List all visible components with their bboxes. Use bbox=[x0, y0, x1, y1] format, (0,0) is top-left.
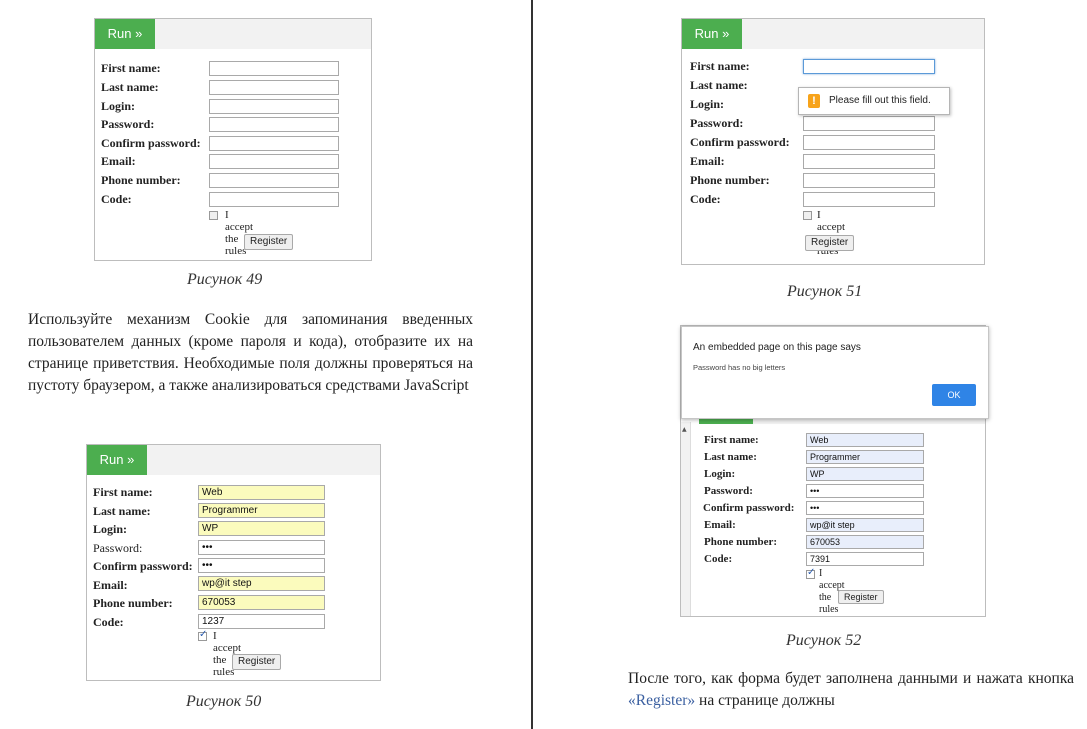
first-name-label: First name: bbox=[101, 61, 161, 75]
accept-rules-checkbox[interactable] bbox=[198, 629, 207, 641]
password-input[interactable]: ••• bbox=[198, 540, 325, 555]
paragraph-right-before: После того, как форма будет заполнена да… bbox=[628, 670, 1074, 687]
phone-number-input[interactable]: 670053 bbox=[198, 595, 325, 610]
login-input[interactable] bbox=[209, 99, 339, 114]
validation-tooltip: ! Please fill out this field. bbox=[798, 87, 950, 115]
figure-52-caption: Рисунок 52 bbox=[786, 632, 862, 649]
paragraph-right: После того, как форма будет заполнена да… bbox=[628, 668, 1074, 712]
code-label: Code: bbox=[93, 615, 124, 629]
confirm-password-input[interactable] bbox=[209, 136, 339, 151]
email-label: Email: bbox=[690, 154, 725, 168]
last-name-input[interactable] bbox=[209, 80, 339, 95]
run-button[interactable]: Run » bbox=[87, 445, 147, 475]
first-name-input[interactable]: Web bbox=[198, 485, 325, 500]
login-label: Login: bbox=[704, 468, 736, 480]
alert-message: Password has no big letters bbox=[693, 363, 786, 372]
last-name-input[interactable]: Programmer bbox=[198, 503, 325, 518]
password-label: Password: bbox=[93, 541, 143, 555]
figure-49-screenshot: Run » First name: Last name: Login: Pass… bbox=[94, 18, 372, 261]
last-name-label: Last name: bbox=[101, 80, 159, 94]
confirm-password-input[interactable]: ••• bbox=[806, 501, 924, 515]
confirm-password-label: Confirm password: bbox=[93, 559, 193, 573]
code-input[interactable]: 1237 bbox=[198, 614, 325, 629]
code-input[interactable] bbox=[803, 192, 935, 207]
password-label: Password: bbox=[101, 117, 155, 131]
phone-number-label: Phone number: bbox=[101, 173, 181, 187]
paragraph-left: Используйте механизм Cookie для запомина… bbox=[28, 311, 473, 394]
register-button[interactable]: Register bbox=[244, 234, 294, 250]
figure-52-screenshot: ▲ First name: Web Last name: Programmer … bbox=[680, 325, 989, 617]
email-label: Email: bbox=[101, 154, 136, 168]
validation-message: Please fill out this field. bbox=[829, 95, 931, 106]
code-input[interactable]: 7391 bbox=[806, 552, 924, 566]
code-label: Code: bbox=[704, 553, 733, 565]
phone-number-label: Phone number: bbox=[704, 536, 778, 548]
password-label: Password: bbox=[704, 485, 753, 497]
alert-dialog: An embedded page on this page says Passw… bbox=[681, 326, 989, 419]
scrollbar[interactable] bbox=[681, 422, 691, 616]
accept-rules-checkbox[interactable] bbox=[209, 211, 218, 220]
phone-number-input[interactable] bbox=[209, 173, 339, 188]
figure-51-caption: Рисунок 51 bbox=[787, 283, 863, 300]
warning-icon: ! bbox=[808, 94, 820, 108]
email-input[interactable]: wp@it step bbox=[198, 576, 325, 591]
email-input[interactable]: wp@it step bbox=[806, 518, 924, 532]
confirm-password-label: Confirm password: bbox=[101, 136, 201, 150]
password-input[interactable]: ••• bbox=[806, 484, 924, 498]
last-name-input[interactable]: Programmer bbox=[806, 450, 924, 464]
figure-49-caption: Рисунок 49 bbox=[187, 271, 263, 288]
first-name-input[interactable] bbox=[209, 61, 339, 76]
code-label: Code: bbox=[101, 192, 132, 206]
email-input[interactable] bbox=[209, 154, 339, 169]
figure-50-screenshot: Run » First name: Web Last name: Program… bbox=[86, 444, 381, 681]
code-label: Code: bbox=[690, 192, 721, 206]
email-label: Email: bbox=[93, 578, 128, 592]
password-label: Password: bbox=[690, 116, 744, 130]
scroll-up-arrow[interactable]: ▲ bbox=[682, 426, 687, 433]
first-name-label: First name: bbox=[690, 59, 750, 73]
ok-button[interactable]: OK bbox=[932, 384, 976, 406]
first-name-label: First name: bbox=[93, 485, 153, 499]
first-name-input[interactable] bbox=[803, 59, 935, 74]
phone-number-input[interactable] bbox=[803, 173, 935, 188]
login-input[interactable]: WP bbox=[198, 521, 325, 536]
code-input[interactable] bbox=[209, 192, 339, 207]
phone-number-label: Phone number: bbox=[93, 596, 173, 610]
register-button[interactable]: Register bbox=[805, 235, 855, 251]
login-label: Login: bbox=[93, 522, 128, 536]
last-name-label: Last name: bbox=[93, 504, 151, 518]
accept-rules-checkbox[interactable] bbox=[803, 211, 812, 220]
first-name-input[interactable]: Web bbox=[806, 433, 924, 447]
run-button[interactable]: Run » bbox=[95, 19, 155, 49]
first-name-label: First name: bbox=[704, 434, 759, 446]
last-name-label: Last name: bbox=[690, 78, 748, 92]
confirm-password-input[interactable]: ••• bbox=[198, 558, 325, 573]
page-divider bbox=[531, 0, 533, 729]
figure-51-screenshot: Run » First name: Last name: Login: Pass… bbox=[681, 18, 985, 265]
password-input[interactable] bbox=[209, 117, 339, 132]
figure-50-caption: Рисунок 50 bbox=[186, 693, 262, 710]
phone-number-label: Phone number: bbox=[690, 173, 770, 187]
confirm-password-label: Confirm password: bbox=[690, 135, 790, 149]
confirm-password-input[interactable] bbox=[803, 135, 935, 150]
email-input[interactable] bbox=[803, 154, 935, 169]
run-button[interactable]: Run » bbox=[682, 19, 742, 49]
login-label: Login: bbox=[101, 99, 136, 113]
login-label: Login: bbox=[690, 97, 725, 111]
last-name-label: Last name: bbox=[704, 451, 757, 463]
accept-rules-checkbox[interactable] bbox=[806, 567, 815, 579]
register-button[interactable]: Register bbox=[232, 654, 282, 670]
paragraph-right-after: на странице должны bbox=[695, 692, 835, 709]
register-button[interactable]: Register bbox=[838, 590, 884, 604]
email-label: Email: bbox=[704, 519, 736, 531]
alert-title: An embedded page on this page says bbox=[693, 342, 861, 353]
login-input[interactable]: WP bbox=[806, 467, 924, 481]
register-reference: «Register» bbox=[628, 692, 696, 709]
confirm-password-label: Confirm password: bbox=[703, 502, 795, 514]
password-input[interactable] bbox=[803, 116, 935, 131]
phone-number-input[interactable]: 670053 bbox=[806, 535, 924, 549]
